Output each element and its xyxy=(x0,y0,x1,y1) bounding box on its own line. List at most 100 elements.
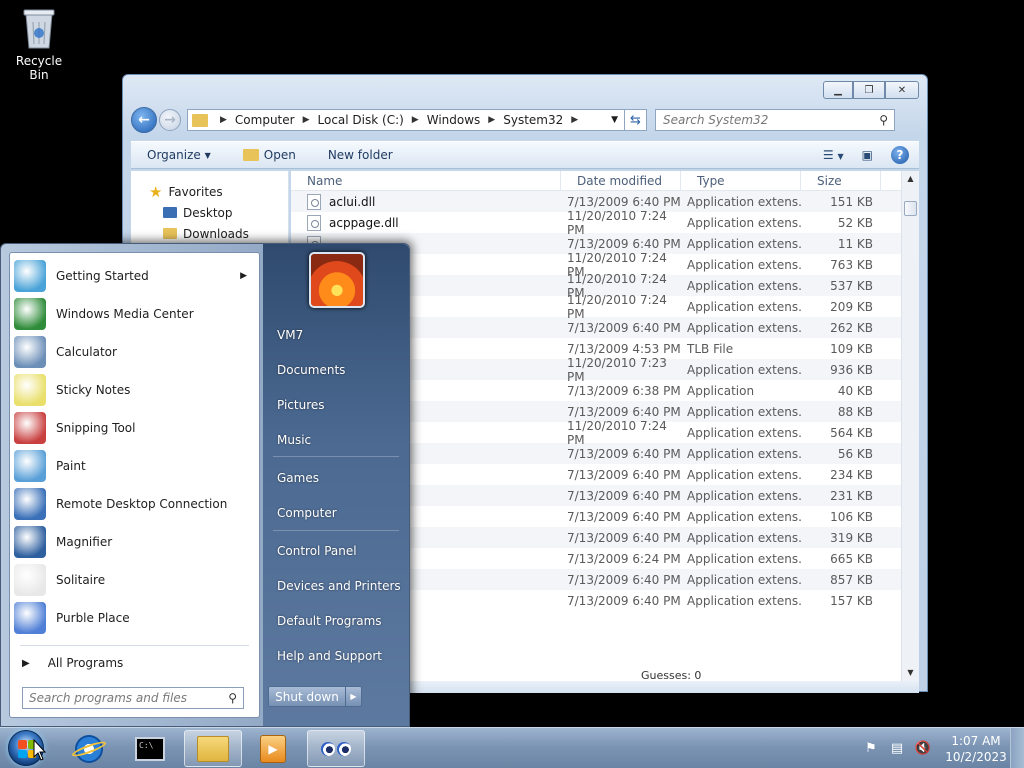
file-size: 151 KB xyxy=(830,194,873,209)
place-documents[interactable]: Documents xyxy=(277,363,345,377)
column-name[interactable]: Name xyxy=(291,171,561,190)
program-sticky-notes[interactable]: Sticky Notes xyxy=(10,371,259,409)
file-type: Application extens... xyxy=(687,551,801,566)
maximize-button[interactable]: ❐ xyxy=(853,81,885,99)
forward-button[interactable]: → xyxy=(159,109,181,131)
taskbar-media-player[interactable]: ▶ xyxy=(244,730,302,767)
file-type: Application extens... xyxy=(687,299,801,314)
place-control-panel[interactable]: Control Panel xyxy=(277,544,357,558)
back-button[interactable]: ← xyxy=(131,107,157,133)
open-button[interactable]: Open xyxy=(227,148,312,162)
start-search-input[interactable]: Search programs and files ⚲ xyxy=(22,687,244,709)
calculator-icon xyxy=(14,336,46,368)
minimize-button[interactable]: ▁ xyxy=(823,81,853,99)
program-magnifier[interactable]: Magnifier xyxy=(10,523,259,561)
column-size[interactable]: Size xyxy=(801,171,881,190)
place-pictures[interactable]: Pictures xyxy=(277,398,325,412)
divider xyxy=(20,645,249,646)
media-player-icon: ▶ xyxy=(260,734,286,763)
program-paint[interactable]: Paint xyxy=(10,447,259,485)
place-default-programs[interactable]: Default Programs xyxy=(277,614,382,628)
file-size: 857 KB xyxy=(830,572,873,587)
file-size: 109 KB xyxy=(830,341,873,356)
file-size: 157 KB xyxy=(830,593,873,608)
file-type: Application extens... xyxy=(687,362,801,377)
search-input[interactable]: Search System32 ⚲ xyxy=(655,109,895,131)
shutdown-group: Shut down ▶ xyxy=(268,686,362,707)
breadcrumb-computer[interactable]: Computer ▶ xyxy=(235,113,318,127)
nav-favorites[interactable]: ★ Favorites xyxy=(131,181,288,202)
file-date: 7/13/2009 6:40 PM xyxy=(567,593,681,608)
organize-button[interactable]: Organize ▼ xyxy=(131,148,227,162)
program-solitaire[interactable]: Solitaire xyxy=(10,561,259,599)
folder-icon xyxy=(192,113,208,127)
breadcrumb-system32[interactable]: System32 ▶ xyxy=(503,113,586,127)
program-snipping-tool[interactable]: Snipping Tool xyxy=(10,409,259,447)
place-help-and-support[interactable]: Help and Support xyxy=(277,649,382,663)
taskbar-windows-explorer[interactable] xyxy=(184,730,242,767)
file-size: 234 KB xyxy=(830,467,873,482)
user-name-link[interactable]: VM7 xyxy=(277,328,303,342)
file-size: 106 KB xyxy=(830,509,873,524)
program-purble-place[interactable]: Purble Place xyxy=(10,599,259,637)
taskbar: C:\ ▶ ⚑ ▤ 🔇 1:07 AM 10/2/2023 xyxy=(0,727,1024,768)
clock[interactable]: 1:07 AM 10/2/2023 xyxy=(942,733,1010,765)
scroll-up-icon[interactable]: ▲ xyxy=(902,171,919,187)
place-games[interactable]: Games xyxy=(277,471,319,485)
sticky-notes-icon xyxy=(14,374,46,406)
place-music[interactable]: Music xyxy=(277,433,311,447)
nav-desktop[interactable]: Desktop xyxy=(131,202,288,223)
address-bar[interactable]: ▶ Computer ▶ Local Disk (C:) ▶ Windows ▶ Sy… xyxy=(187,109,625,131)
file-date: 11/20/2010 7:24 PM xyxy=(567,292,667,321)
taskbar-internet-explorer[interactable] xyxy=(60,730,118,767)
taskbar-purble-place[interactable] xyxy=(307,730,365,767)
nav-downloads[interactable]: Downloads xyxy=(131,223,288,244)
taskbar-command-prompt[interactable]: C:\ xyxy=(121,730,179,767)
solitaire-icon xyxy=(14,564,46,596)
user-picture[interactable] xyxy=(309,252,365,308)
shutdown-button[interactable]: Shut down xyxy=(268,686,346,707)
breadcrumb-local-disk[interactable]: Local Disk (C:) ▶ xyxy=(318,113,427,127)
help-icon[interactable]: ? xyxy=(891,146,909,164)
recycle-bin[interactable]: Recycle Bin xyxy=(6,6,72,82)
preview-pane-icon[interactable]: ▣ xyxy=(862,148,873,162)
file-date: 7/13/2009 6:40 PM xyxy=(567,194,681,209)
close-button[interactable]: ✕ xyxy=(885,81,919,99)
file-name: acppage.dll xyxy=(291,214,561,231)
program-media-center[interactable]: Windows Media Center xyxy=(10,295,259,333)
network-icon[interactable]: ▤ xyxy=(889,741,905,757)
file-date: 7/13/2009 6:40 PM xyxy=(567,404,681,419)
chevron-right-icon[interactable]: ▶ xyxy=(240,271,247,281)
divider xyxy=(273,456,399,457)
view-options-icon[interactable]: ☰ ▼ xyxy=(823,148,844,162)
place-computer[interactable]: Computer xyxy=(277,506,337,520)
file-type: Application xyxy=(687,383,755,398)
open-icon xyxy=(242,149,259,161)
chevron-down-icon[interactable]: ▼ xyxy=(611,115,618,125)
program-remote-desktop[interactable]: Remote Desktop Connection xyxy=(10,485,259,523)
new-folder-button[interactable]: New folder xyxy=(312,148,409,162)
vertical-scrollbar[interactable]: ▲ ▼ xyxy=(901,171,919,681)
file-type: TLB File xyxy=(687,341,734,356)
file-type: Application extens... xyxy=(687,194,801,209)
chevron-right-icon: ▶ xyxy=(411,115,419,125)
scroll-down-icon[interactable]: ▼ xyxy=(902,665,919,681)
program-getting-started[interactable]: Getting Started ▶ xyxy=(10,257,259,295)
column-date-modified[interactable]: Date modified xyxy=(561,171,681,190)
volume-muted-icon[interactable]: 🔇 xyxy=(915,741,931,757)
table-row[interactable]: acppage.dll 11/20/2010 7:24 PM Application… xyxy=(291,209,901,237)
program-calculator[interactable]: Calculator xyxy=(10,333,259,371)
refresh-button[interactable]: ⇆ xyxy=(625,109,647,131)
media-center-icon xyxy=(14,298,46,330)
all-programs-button[interactable]: ▶ All Programs xyxy=(22,651,123,675)
file-type: Application extens... xyxy=(687,320,801,335)
file-date: 7/13/2009 6:40 PM xyxy=(567,467,681,482)
breadcrumb-windows[interactable]: Windows ▶ xyxy=(427,113,504,127)
shutdown-options-button[interactable]: ▶ xyxy=(346,686,362,707)
scroll-thumb[interactable] xyxy=(904,201,917,216)
action-center-flag-icon[interactable]: ⚑ xyxy=(863,741,879,757)
column-type[interactable]: Type xyxy=(681,171,801,190)
show-desktop-button[interactable] xyxy=(1010,728,1024,768)
place-devices-and-printers[interactable]: Devices and Printers xyxy=(277,579,401,593)
file-size: 537 KB xyxy=(830,278,873,293)
